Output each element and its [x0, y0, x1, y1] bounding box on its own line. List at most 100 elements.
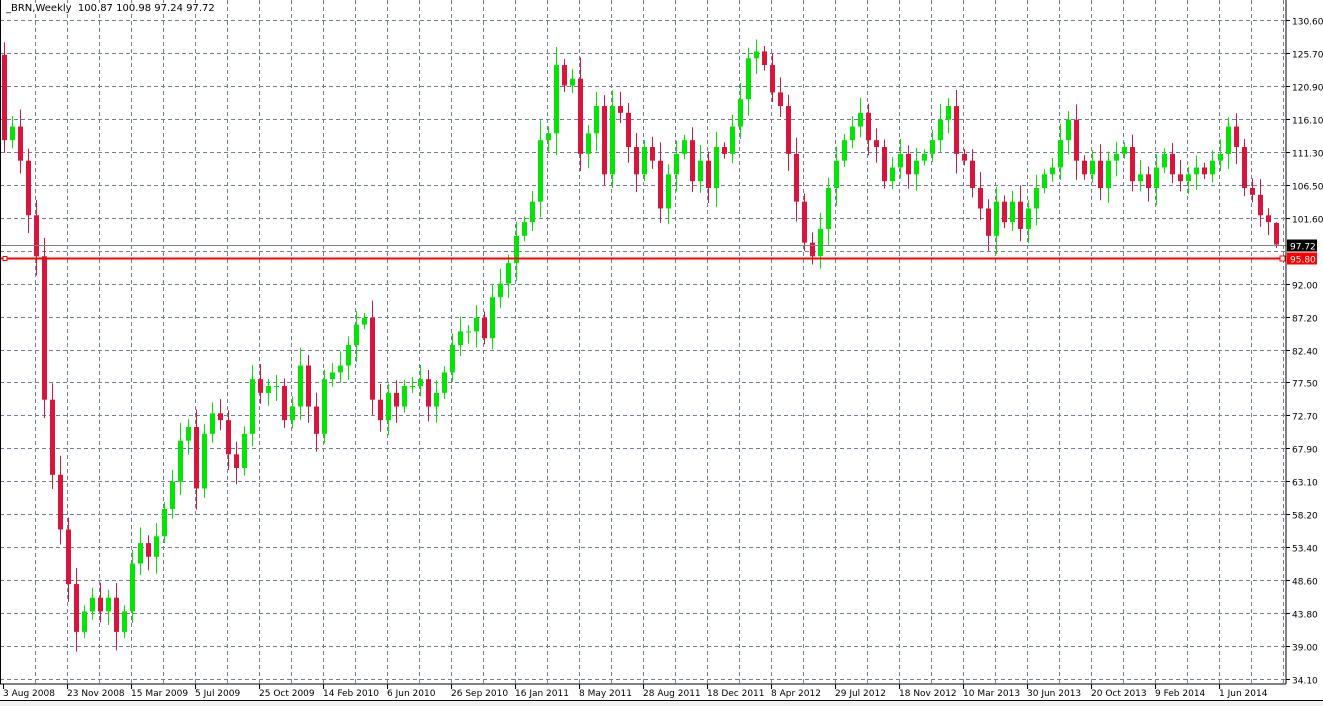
- candle-body: [1018, 201, 1023, 229]
- candle-body: [1042, 174, 1047, 188]
- time-tick-label: 15 Mar 2009: [131, 689, 188, 699]
- candle-body: [130, 563, 135, 612]
- candlestick-chart[interactable]: 130.60 125.70 120.90 116.10 111.30 106.50 101.…: [0, 0, 1323, 700]
- candle-body: [850, 126, 855, 141]
- candle-body: [538, 140, 543, 202]
- candle-body: [418, 379, 423, 387]
- time-tick-label: 16 Jan 2011: [515, 689, 569, 699]
- candle-body: [490, 297, 495, 339]
- candle-body: [194, 427, 199, 489]
- candle-body: [634, 147, 639, 175]
- candle-body: [794, 153, 799, 202]
- time-tick-label: 30 Jun 2013: [1027, 689, 1081, 699]
- candle-body: [450, 345, 455, 373]
- candle-body: [290, 406, 295, 421]
- candle-body: [1002, 201, 1007, 223]
- candle-body: [866, 112, 871, 141]
- candle-body: [1178, 174, 1183, 182]
- candle-body: [154, 536, 159, 557]
- candle-body: [786, 106, 791, 154]
- candle-body: [970, 160, 975, 188]
- bearish-candle: [1242, 138, 1247, 197]
- candle-body: [426, 379, 431, 407]
- candle-body: [434, 392, 439, 407]
- candle-body: [1194, 167, 1199, 175]
- candle-body: [138, 543, 143, 564]
- price-tick-label: 48.60: [1292, 578, 1318, 588]
- candle-body: [1258, 194, 1263, 216]
- candle-body: [170, 481, 175, 509]
- price-tick-label: 101.60: [1292, 216, 1323, 226]
- candle-body: [330, 372, 335, 380]
- open-value: 100.87: [77, 3, 113, 14]
- candle-body: [882, 147, 887, 182]
- candle-body: [506, 263, 511, 284]
- candle-body: [458, 331, 463, 346]
- candle-body: [650, 147, 655, 161]
- high-value: 100.98: [116, 3, 152, 14]
- time-tick-label: 3 Aug 2008: [3, 689, 55, 699]
- candle-body: [954, 106, 959, 154]
- candle-body: [578, 78, 583, 154]
- candle-body: [946, 106, 951, 120]
- candle-body: [498, 283, 503, 298]
- candle-body: [42, 256, 47, 400]
- candle-body: [226, 420, 231, 455]
- candle-body: [378, 399, 383, 421]
- symbol-label: _BRN,Weekly: [6, 3, 72, 14]
- candle-body: [818, 228, 823, 257]
- candle-body: [1114, 153, 1119, 161]
- price-tick-label: 130.60: [1292, 18, 1323, 28]
- candle-body: [586, 133, 591, 154]
- candle-body: [306, 365, 311, 407]
- candle-body: [802, 201, 807, 243]
- time-tick-label: 14 Feb 2010: [323, 689, 379, 699]
- price-tick-label: 82.40: [1292, 348, 1318, 358]
- candle-body: [74, 584, 79, 632]
- candle-body: [682, 140, 687, 154]
- low-value: 97.24: [154, 3, 183, 14]
- candle-body: [1130, 147, 1135, 182]
- candle-body: [626, 112, 631, 148]
- candle-body: [698, 160, 703, 182]
- candle-body: [282, 386, 287, 421]
- candle-body: [562, 65, 567, 86]
- price-tick-label: 67.90: [1292, 446, 1318, 456]
- candle-body: [234, 454, 239, 468]
- candle-body: [274, 386, 279, 388]
- candle-body: [642, 147, 647, 175]
- candle-body: [346, 345, 351, 366]
- time-tick-label: 23 Nov 2008: [67, 689, 125, 699]
- candle-body: [690, 140, 695, 182]
- candle-body: [554, 65, 559, 134]
- candle-body: [738, 99, 743, 127]
- candle-body: [938, 119, 943, 141]
- candle-body: [34, 215, 39, 257]
- candle-body: [1210, 160, 1215, 175]
- candle-body: [1226, 126, 1231, 154]
- candle-body: [98, 597, 103, 612]
- candle-body: [210, 413, 215, 434]
- status-bar: [0, 700, 1323, 706]
- candle-body: [1266, 215, 1271, 223]
- bullish-candle: [202, 424, 207, 499]
- candle-body: [178, 440, 183, 482]
- candle-body: [914, 160, 919, 175]
- price-tick-label: 92.00: [1292, 282, 1318, 292]
- time-tick-label: 1 Jun 2014: [1219, 689, 1268, 699]
- price-tick-label: 72.70: [1292, 413, 1318, 423]
- candle-body: [106, 597, 111, 612]
- candle-body: [730, 126, 735, 154]
- time-tick-label: 20 Oct 2013: [1091, 689, 1147, 699]
- bearish-candle: [2, 42, 7, 153]
- candle-body: [482, 317, 487, 339]
- candle-body: [1034, 187, 1039, 209]
- candle-body: [666, 174, 671, 209]
- time-tick-label: 25 Oct 2009: [259, 689, 315, 699]
- candle-body: [186, 427, 191, 441]
- candle-body: [1090, 160, 1095, 175]
- candle-body: [410, 386, 415, 388]
- candle-body: [858, 112, 863, 127]
- price-tick-label: 106.50: [1292, 183, 1323, 193]
- candle-body: [1050, 167, 1055, 175]
